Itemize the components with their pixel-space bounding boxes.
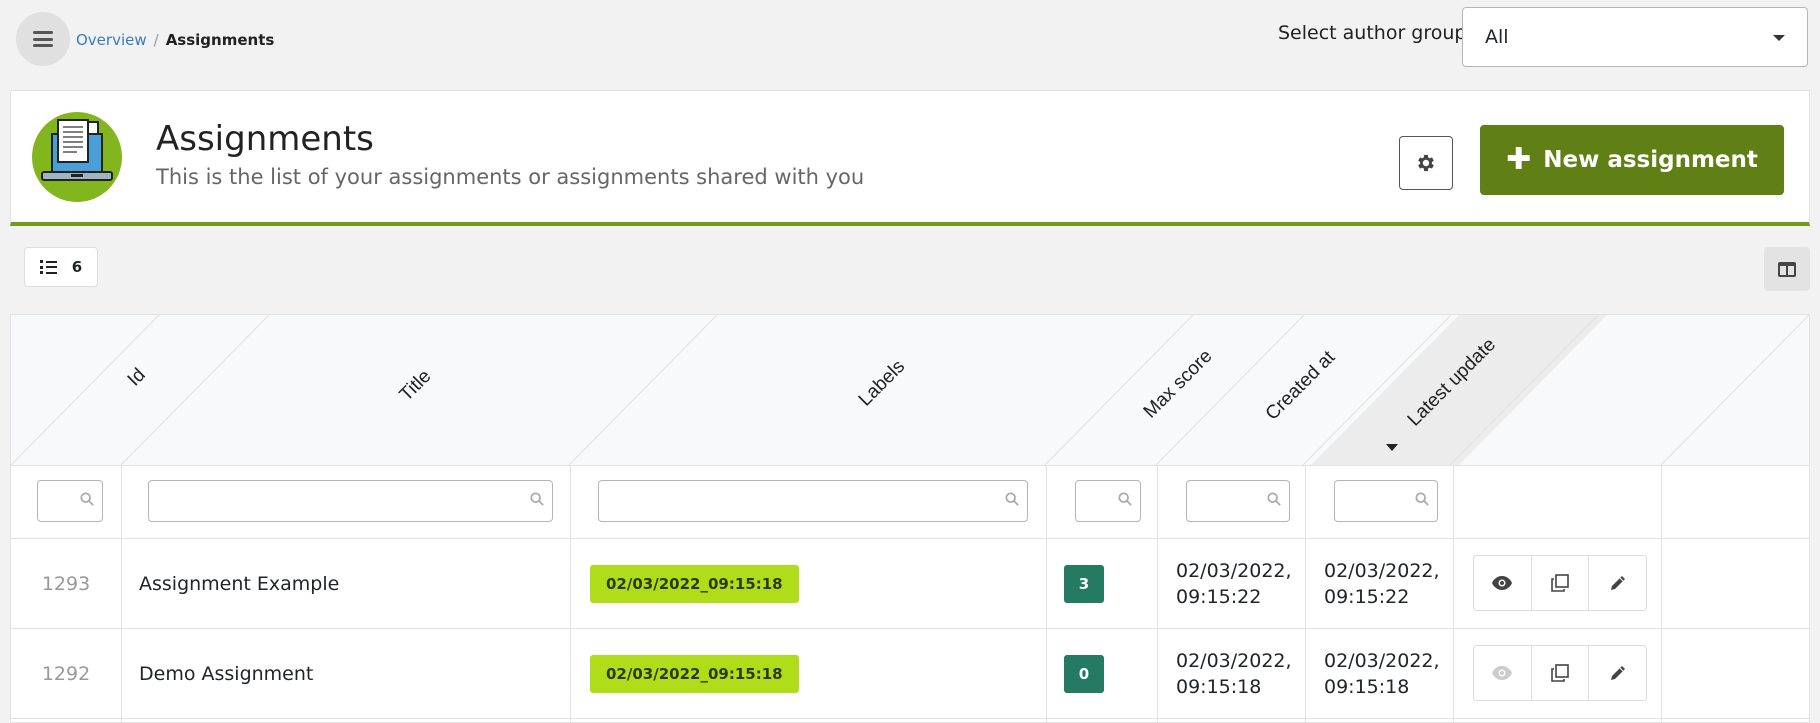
latest-update-filter-input[interactable] — [1334, 480, 1438, 522]
created-at-date: 02/03/2022, — [1176, 650, 1292, 672]
label-badge[interactable]: 02/03/2022_09:15:18 — [590, 655, 799, 693]
author-group-value: All — [1485, 26, 1509, 48]
row-count-button[interactable]: 6 — [24, 247, 98, 287]
table-row[interactable]: 1292 Demo Assignment 02/03/2022_09:15:18… — [11, 629, 1809, 719]
caret-down-icon — [1773, 35, 1785, 41]
latest-update-date: 02/03/2022, — [1324, 560, 1440, 582]
row-title[interactable]: Demo Assignment — [139, 629, 313, 719]
id-filter-input[interactable] — [37, 480, 103, 522]
latest-update-time: 09:15:18 — [1324, 676, 1410, 698]
breadcrumb-current: Assignments — [165, 31, 275, 49]
author-group-label: Select author group — [1278, 22, 1467, 44]
page-subtitle: This is the list of your assignments or … — [156, 165, 865, 189]
latest-update-date: 02/03/2022, — [1324, 650, 1440, 672]
search-icon — [530, 492, 544, 506]
filter-row — [11, 465, 1809, 539]
eye-icon — [1492, 576, 1513, 590]
settings-button[interactable] — [1399, 136, 1453, 190]
breadcrumb-separator: / — [153, 31, 159, 49]
columns-icon — [1778, 261, 1796, 277]
labels-filter-input[interactable] — [598, 480, 1028, 522]
search-icon — [1415, 492, 1429, 506]
page-title: Assignments — [156, 119, 374, 159]
breadcrumb: Overview / Assignments — [76, 31, 274, 49]
hamburger-icon — [33, 31, 53, 47]
max-score-badge: 3 — [1064, 565, 1104, 603]
created-at-date: 02/03/2022, — [1176, 560, 1292, 582]
max-score-badge: 0 — [1064, 655, 1104, 693]
row-actions — [1473, 645, 1647, 701]
row-id: 1292 — [41, 663, 91, 685]
copy-button[interactable] — [1532, 556, 1590, 610]
table-row[interactable]: 1293 Assignment Example 02/03/2022_09:15… — [11, 539, 1809, 629]
menu-button[interactable] — [16, 12, 70, 66]
columns-toggle-button[interactable] — [1764, 247, 1810, 291]
search-icon — [1005, 492, 1019, 506]
view-button-disabled — [1474, 646, 1532, 700]
search-icon — [1267, 492, 1281, 506]
row-title[interactable]: Assignment Example — [139, 539, 339, 629]
created-at-time: 09:15:18 — [1176, 676, 1262, 698]
table-header: Id Title Labels Max score Created at Lat… — [11, 315, 1809, 465]
new-assignment-label: New assignment — [1543, 147, 1758, 173]
view-button[interactable] — [1474, 556, 1532, 610]
row-count: 6 — [71, 258, 83, 276]
search-icon — [1118, 492, 1132, 506]
edit-button[interactable] — [1589, 556, 1646, 610]
eye-icon — [1492, 666, 1513, 680]
row-id: 1293 — [41, 573, 91, 595]
row-actions — [1473, 555, 1647, 611]
page-header-card: Assignments This is the list of your ass… — [10, 90, 1810, 226]
pencil-icon — [1610, 576, 1625, 590]
gear-icon — [1418, 154, 1434, 172]
created-at-filter-input[interactable] — [1186, 480, 1290, 522]
plus-icon: ✚ — [1506, 142, 1532, 177]
assignment-logo-icon — [32, 112, 122, 202]
top-bar: Overview / Assignments Select author gro… — [0, 0, 1820, 80]
breadcrumb-overview-link[interactable]: Overview — [76, 31, 147, 49]
author-group-select[interactable]: All — [1462, 7, 1808, 67]
label-badge[interactable]: 02/03/2022_09:15:18 — [590, 565, 799, 603]
title-filter-input[interactable] — [148, 480, 553, 522]
search-icon — [80, 492, 94, 506]
created-at-time: 09:15:22 — [1176, 586, 1262, 608]
list-icon — [39, 260, 58, 274]
max-score-filter-input[interactable] — [1075, 480, 1141, 522]
copy-button[interactable] — [1532, 646, 1590, 700]
new-assignment-button[interactable]: ✚ New assignment — [1480, 125, 1784, 195]
copy-icon — [1551, 664, 1569, 682]
edit-button[interactable] — [1589, 646, 1646, 700]
pencil-icon — [1610, 666, 1625, 680]
copy-icon — [1551, 574, 1569, 592]
assignments-table: Id Title Labels Max score Created at Lat… — [10, 314, 1810, 723]
latest-update-time: 09:15:22 — [1324, 586, 1410, 608]
